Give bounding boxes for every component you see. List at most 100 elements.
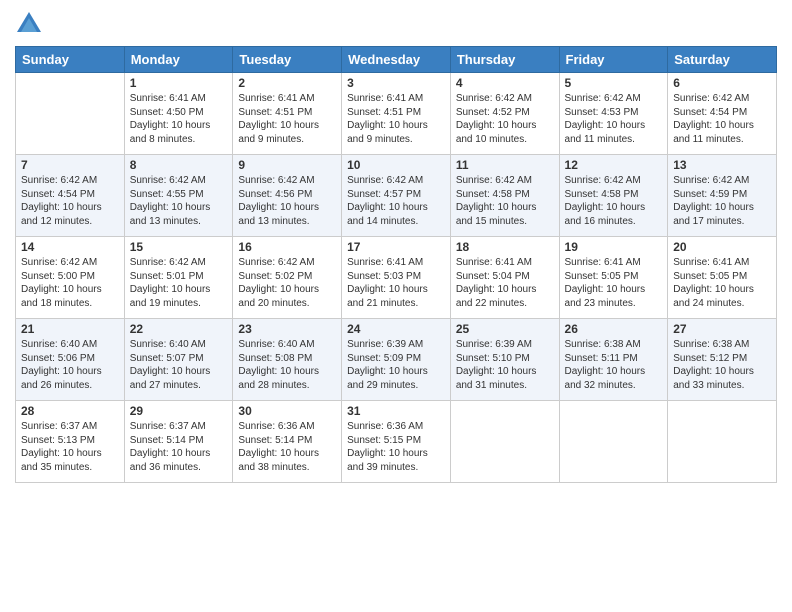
day-info: Sunrise: 6:42 AMSunset: 5:00 PMDaylight:… bbox=[21, 256, 119, 310]
weekday-header-monday: Monday bbox=[124, 47, 233, 73]
calendar-cell: 14 Sunrise: 6:42 AMSunset: 5:00 PMDayligh… bbox=[16, 237, 125, 319]
calendar-cell: 23Sunrise: 6:40 AMSunset: 5:08 PMDayligh… bbox=[233, 319, 342, 401]
day-number: 11 bbox=[456, 158, 554, 172]
day-info: Sunrise: 6:41 AMSunset: 5:03 PMDaylight:… bbox=[347, 256, 445, 310]
day-number: 14 bbox=[21, 240, 119, 254]
calendar-cell: 19 Sunrise: 6:41 AMSunset: 5:05 PMDayligh… bbox=[559, 237, 668, 319]
day-number: 1 bbox=[130, 76, 228, 90]
day-number: 29 bbox=[130, 404, 228, 418]
weekday-header-sunday: Sunday bbox=[16, 47, 125, 73]
logo-icon bbox=[15, 10, 43, 38]
day-number: 16 bbox=[238, 240, 336, 254]
day-info: Sunrise: 6:42 AMSunset: 4:54 PMDaylight:… bbox=[21, 174, 119, 228]
day-number: 19 bbox=[565, 240, 663, 254]
calendar-cell bbox=[16, 73, 125, 155]
calendar-cell bbox=[450, 401, 559, 483]
day-info: Sunrise: 6:41 AMSunset: 4:51 PMDaylight:… bbox=[347, 92, 445, 146]
day-number: 17 bbox=[347, 240, 445, 254]
calendar-cell: 30 Sunrise: 6:36 AMSunset: 5:14 PMDayligh… bbox=[233, 401, 342, 483]
day-info: Sunrise: 6:40 AMSunset: 5:06 PMDaylight:… bbox=[21, 338, 119, 392]
logo bbox=[15, 10, 47, 38]
day-info: Sunrise: 6:42 AMSunset: 4:54 PMDaylight:… bbox=[673, 92, 771, 146]
day-number: 13 bbox=[673, 158, 771, 172]
calendar-cell: 7 Sunrise: 6:42 AMSunset: 4:54 PMDaylight… bbox=[16, 155, 125, 237]
day-number: 4 bbox=[456, 76, 554, 90]
day-number: 18 bbox=[456, 240, 554, 254]
day-info: Sunrise: 6:42 AMSunset: 4:52 PMDaylight:… bbox=[456, 92, 554, 146]
day-info: Sunrise: 6:41 AMSunset: 5:04 PMDaylight:… bbox=[456, 256, 554, 310]
day-info: Sunrise: 6:36 AMSunset: 5:14 PMDaylight:… bbox=[238, 420, 336, 474]
day-info: Sunrise: 6:36 AMSunset: 5:15 PMDaylight:… bbox=[347, 420, 445, 474]
calendar-cell: 28Sunrise: 6:37 AMSunset: 5:13 PMDayligh… bbox=[16, 401, 125, 483]
calendar-cell: 6 Sunrise: 6:42 AMSunset: 4:54 PMDaylight… bbox=[668, 73, 777, 155]
weekday-header-friday: Friday bbox=[559, 47, 668, 73]
calendar-cell: 16 Sunrise: 6:42 AMSunset: 5:02 PMDayligh… bbox=[233, 237, 342, 319]
calendar-cell: 11 Sunrise: 6:42 AMSunset: 4:58 PMDayligh… bbox=[450, 155, 559, 237]
calendar-cell: 13Sunrise: 6:42 AMSunset: 4:59 PMDayligh… bbox=[668, 155, 777, 237]
header bbox=[15, 10, 777, 38]
calendar-week-row: 1 Sunrise: 6:41 AMSunset: 4:50 PMDaylight… bbox=[16, 73, 777, 155]
day-number: 27 bbox=[673, 322, 771, 336]
day-info: Sunrise: 6:42 AMSunset: 4:58 PMDaylight:… bbox=[456, 174, 554, 228]
calendar-cell: 21 Sunrise: 6:40 AMSunset: 5:06 PMDayligh… bbox=[16, 319, 125, 401]
day-number: 10 bbox=[347, 158, 445, 172]
calendar-week-row: 7 Sunrise: 6:42 AMSunset: 4:54 PMDaylight… bbox=[16, 155, 777, 237]
weekday-header-saturday: Saturday bbox=[668, 47, 777, 73]
day-info: Sunrise: 6:42 AMSunset: 5:02 PMDaylight:… bbox=[238, 256, 336, 310]
day-info: Sunrise: 6:42 AMSunset: 4:58 PMDaylight:… bbox=[565, 174, 663, 228]
calendar-week-row: 21 Sunrise: 6:40 AMSunset: 5:06 PMDayligh… bbox=[16, 319, 777, 401]
calendar-cell: 24 Sunrise: 6:39 AMSunset: 5:09 PMDayligh… bbox=[342, 319, 451, 401]
calendar-week-row: 14 Sunrise: 6:42 AMSunset: 5:00 PMDayligh… bbox=[16, 237, 777, 319]
day-info: Sunrise: 6:41 AMSunset: 5:05 PMDaylight:… bbox=[673, 256, 771, 310]
calendar-cell: 1 Sunrise: 6:41 AMSunset: 4:50 PMDaylight… bbox=[124, 73, 233, 155]
day-info: Sunrise: 6:40 AMSunset: 5:07 PMDaylight:… bbox=[130, 338, 228, 392]
calendar-cell: 10 Sunrise: 6:42 AMSunset: 4:57 PMDayligh… bbox=[342, 155, 451, 237]
day-number: 24 bbox=[347, 322, 445, 336]
day-number: 3 bbox=[347, 76, 445, 90]
calendar-cell: 31 Sunrise: 6:36 AMSunset: 5:15 PMDayligh… bbox=[342, 401, 451, 483]
calendar-cell: 12Sunrise: 6:42 AMSunset: 4:58 PMDayligh… bbox=[559, 155, 668, 237]
day-info: Sunrise: 6:38 AMSunset: 5:11 PMDaylight:… bbox=[565, 338, 663, 392]
calendar-cell: 2 Sunrise: 6:41 AMSunset: 4:51 PMDaylight… bbox=[233, 73, 342, 155]
day-number: 9 bbox=[238, 158, 336, 172]
day-number: 30 bbox=[238, 404, 336, 418]
day-info: Sunrise: 6:42 AMSunset: 4:56 PMDaylight:… bbox=[238, 174, 336, 228]
calendar-cell: 5 Sunrise: 6:42 AMSunset: 4:53 PMDaylight… bbox=[559, 73, 668, 155]
weekday-header-thursday: Thursday bbox=[450, 47, 559, 73]
day-info: Sunrise: 6:41 AMSunset: 4:51 PMDaylight:… bbox=[238, 92, 336, 146]
day-info: Sunrise: 6:42 AMSunset: 4:55 PMDaylight:… bbox=[130, 174, 228, 228]
day-number: 31 bbox=[347, 404, 445, 418]
weekday-header-tuesday: Tuesday bbox=[233, 47, 342, 73]
day-info: Sunrise: 6:39 AMSunset: 5:10 PMDaylight:… bbox=[456, 338, 554, 392]
calendar-cell: 26Sunrise: 6:38 AMSunset: 5:11 PMDayligh… bbox=[559, 319, 668, 401]
calendar-cell bbox=[668, 401, 777, 483]
day-info: Sunrise: 6:39 AMSunset: 5:09 PMDaylight:… bbox=[347, 338, 445, 392]
calendar-cell: 27Sunrise: 6:38 AMSunset: 5:12 PMDayligh… bbox=[668, 319, 777, 401]
calendar-cell bbox=[559, 401, 668, 483]
day-number: 5 bbox=[565, 76, 663, 90]
day-info: Sunrise: 6:37 AMSunset: 5:14 PMDaylight:… bbox=[130, 420, 228, 474]
day-number: 20 bbox=[673, 240, 771, 254]
day-info: Sunrise: 6:41 AMSunset: 4:50 PMDaylight:… bbox=[130, 92, 228, 146]
calendar-week-row: 28Sunrise: 6:37 AMSunset: 5:13 PMDayligh… bbox=[16, 401, 777, 483]
calendar-cell: 25 Sunrise: 6:39 AMSunset: 5:10 PMDayligh… bbox=[450, 319, 559, 401]
day-info: Sunrise: 6:41 AMSunset: 5:05 PMDaylight:… bbox=[565, 256, 663, 310]
day-number: 22 bbox=[130, 322, 228, 336]
day-info: Sunrise: 6:42 AMSunset: 4:53 PMDaylight:… bbox=[565, 92, 663, 146]
calendar-cell: 18 Sunrise: 6:41 AMSunset: 5:04 PMDayligh… bbox=[450, 237, 559, 319]
page: SundayMondayTuesdayWednesdayThursdayFrid… bbox=[0, 0, 792, 612]
day-number: 15 bbox=[130, 240, 228, 254]
day-number: 21 bbox=[21, 322, 119, 336]
calendar-cell: 22 Sunrise: 6:40 AMSunset: 5:07 PMDayligh… bbox=[124, 319, 233, 401]
day-info: Sunrise: 6:42 AMSunset: 5:01 PMDaylight:… bbox=[130, 256, 228, 310]
day-number: 6 bbox=[673, 76, 771, 90]
day-info: Sunrise: 6:40 AMSunset: 5:08 PMDaylight:… bbox=[238, 338, 336, 392]
day-info: Sunrise: 6:42 AMSunset: 4:57 PMDaylight:… bbox=[347, 174, 445, 228]
day-info: Sunrise: 6:37 AMSunset: 5:13 PMDaylight:… bbox=[21, 420, 119, 474]
calendar-cell: 8Sunrise: 6:42 AMSunset: 4:55 PMDaylight… bbox=[124, 155, 233, 237]
day-number: 25 bbox=[456, 322, 554, 336]
day-number: 2 bbox=[238, 76, 336, 90]
calendar-cell: 17 Sunrise: 6:41 AMSunset: 5:03 PMDayligh… bbox=[342, 237, 451, 319]
calendar-cell: 9 Sunrise: 6:42 AMSunset: 4:56 PMDaylight… bbox=[233, 155, 342, 237]
day-number: 7 bbox=[21, 158, 119, 172]
